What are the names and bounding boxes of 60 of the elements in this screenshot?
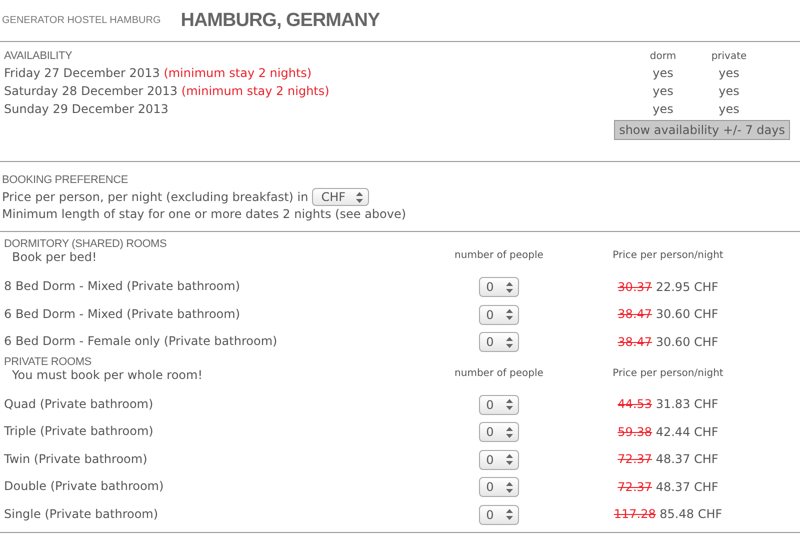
- date-label: Friday 27 December 2013 (minimum stay 2 nights): [4, 66, 313, 80]
- column-header: dorm: [650, 50, 676, 62]
- room-price: 59.38 42.44 CHF: [618, 424, 718, 439]
- hostel-name: GENERATOR HOSTEL HAMBURG: [2, 15, 161, 26]
- people-select[interactable]: 0: [479, 304, 519, 325]
- column-header: private: [711, 50, 747, 62]
- room-price: 38.47 30.60 CHF: [618, 334, 718, 349]
- stepper-arrows-icon: [506, 399, 513, 410]
- stepper-arrows-icon: [506, 282, 513, 293]
- dorm-availability: yes: [652, 66, 674, 80]
- date-label: Saturday 28 December 2013 (minimum stay 2 nights): [4, 84, 330, 98]
- room-name: Single (Private bathroom): [4, 506, 160, 522]
- column-header: Price per person/night: [612, 250, 724, 261]
- section-note: Book per bed!: [11, 250, 98, 264]
- room-name: Double (Private bathroom): [4, 478, 165, 495]
- room-price: 72.37 48.37 CHF: [618, 480, 718, 494]
- room-price: 44.53 31.83 CHF: [618, 397, 718, 412]
- room-name: 6 Bed Dorm - Mixed (Private bathroom): [4, 306, 242, 322]
- people-select[interactable]: 0: [479, 422, 519, 442]
- room-name: Triple (Private bathroom): [4, 423, 154, 440]
- room-price: 38.47 30.60 CHF: [618, 307, 718, 322]
- people-select[interactable]: 0: [479, 277, 519, 298]
- people-select[interactable]: 0: [479, 394, 519, 415]
- private-availability: yes: [718, 102, 740, 116]
- private-availability: yes: [718, 66, 740, 80]
- section-heading: PRIVATE ROOMS: [4, 356, 92, 368]
- room-name: Quad (Private bathroom): [4, 396, 154, 412]
- people-select[interactable]: 0: [479, 504, 519, 525]
- minimum-stay-text: Minimum length of stay for one or more dates 2 nights (see above): [2, 207, 408, 221]
- dorm-availability: yes: [652, 102, 674, 116]
- room-price: 30.37 22.95 CHF: [618, 280, 718, 294]
- section-heading: BOOKING PREFERENCE: [2, 174, 128, 186]
- availability-button[interactable]: show availability +/- 7 days: [614, 120, 790, 140]
- people-select[interactable]: 0: [479, 332, 519, 352]
- stepper-arrows-icon: [506, 309, 513, 320]
- section-note: You must book per whole room!: [11, 368, 204, 382]
- private-availability: yes: [718, 84, 740, 98]
- stepper-arrows-icon: [506, 454, 513, 466]
- column-header: number of people: [454, 368, 544, 378]
- people-select[interactable]: 0: [479, 477, 519, 498]
- room-name: 6 Bed Dorm - Female only (Private bathroom): [4, 333, 278, 350]
- room-price: 117.28 85.48 CHF: [614, 507, 722, 522]
- column-header: number of people: [454, 250, 544, 261]
- stepper-arrows-icon: [506, 426, 513, 438]
- room-name: 8 Bed Dorm - Mixed (Private bathroom): [4, 278, 242, 295]
- section-heading: DORMITORY (SHARED) ROOMS: [4, 238, 167, 250]
- stepper-arrows-icon: [506, 509, 513, 520]
- dorm-availability: yes: [652, 84, 674, 98]
- section-heading: AVAILABILITY: [4, 50, 74, 62]
- people-select[interactable]: 0: [479, 450, 519, 470]
- city-title: HAMBURG, GERMANY: [180, 10, 380, 32]
- room-price: 72.37 48.37 CHF: [618, 452, 718, 466]
- stepper-arrows-icon: [506, 482, 513, 493]
- stepper-arrows-icon: [506, 336, 513, 348]
- currency-label: Price per person, per night (excluding breakfast) in: [2, 190, 308, 204]
- room-name: Twin (Private bathroom): [4, 450, 148, 468]
- stepper-arrows-icon: [356, 192, 363, 202]
- column-header: Price per person/night: [612, 368, 724, 378]
- date-label: Sunday 29 December 2013: [4, 102, 170, 116]
- currency-select[interactable]: CHF: [312, 188, 369, 206]
